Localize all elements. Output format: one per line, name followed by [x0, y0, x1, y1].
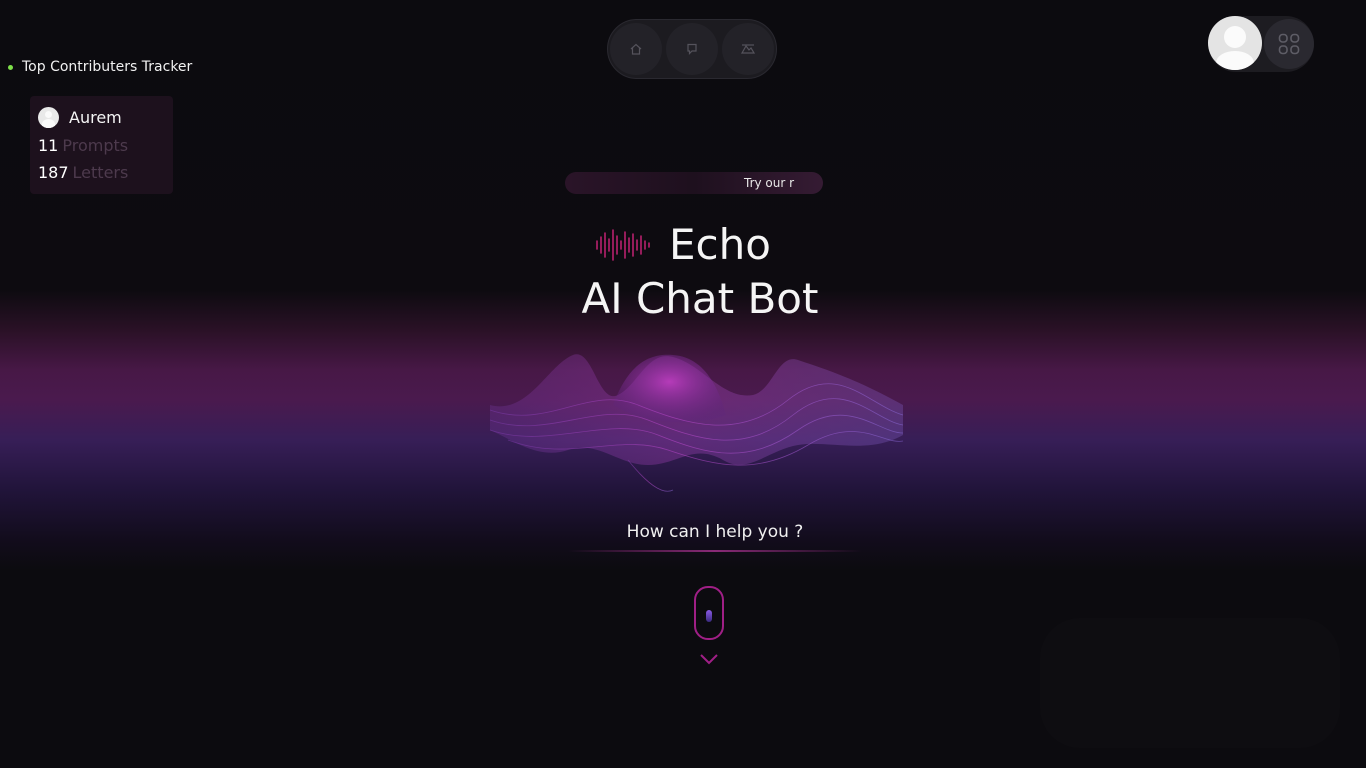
title-echo: Echo [669, 220, 771, 269]
image-icon [740, 44, 756, 54]
grid-icon [1278, 33, 1300, 55]
soundwave-icon [596, 228, 650, 261]
title-ai-chat-bot: AI Chat Bot [581, 274, 819, 323]
help-prompt: How can I help you ? [626, 522, 804, 542]
apps-button[interactable] [1264, 19, 1314, 69]
letters-count: 187 [38, 163, 69, 182]
nav-home-button[interactable] [610, 23, 662, 75]
tracker-heading: Top Contributers Tracker [8, 59, 192, 75]
nav-image-button[interactable] [722, 23, 774, 75]
page: Top Contributers Tracker Aurem 11 Prompts… [0, 0, 1366, 768]
prompts-stat: 11 Prompts [38, 136, 128, 155]
user-avatar-icon[interactable] [1208, 16, 1262, 70]
help-underline [568, 550, 862, 552]
scroll-mouse-icon[interactable] [694, 586, 724, 640]
background-shape [1040, 618, 1340, 748]
status-dot-icon [8, 64, 13, 70]
home-icon [630, 43, 642, 55]
letters-label: Letters [72, 163, 129, 182]
top-nav [607, 19, 777, 79]
contributor-user: Aurem [38, 107, 122, 128]
prompts-label: Prompts [62, 136, 129, 155]
chevron-down-icon[interactable] [699, 652, 719, 666]
contributor-avatar-icon [38, 107, 59, 128]
banner-text: Try our r [744, 176, 795, 190]
contributor-card: Aurem 11 Prompts 187 Letters [30, 96, 173, 194]
scroll-wheel [706, 610, 712, 622]
contributor-name: Aurem [69, 108, 122, 127]
try-banner[interactable]: Try our r [565, 172, 823, 194]
chat-icon [687, 43, 697, 55]
nav-chat-button[interactable] [666, 23, 718, 75]
wave-illustration [488, 345, 908, 505]
tracker-heading-label: Top Contributers Tracker [22, 59, 193, 75]
title-row: Echo [595, 220, 771, 269]
letters-stat: 187 Letters [38, 163, 128, 182]
wave-graphic [489, 354, 904, 492]
profile-toggle[interactable] [1208, 16, 1314, 72]
prompts-count: 11 [38, 136, 59, 155]
